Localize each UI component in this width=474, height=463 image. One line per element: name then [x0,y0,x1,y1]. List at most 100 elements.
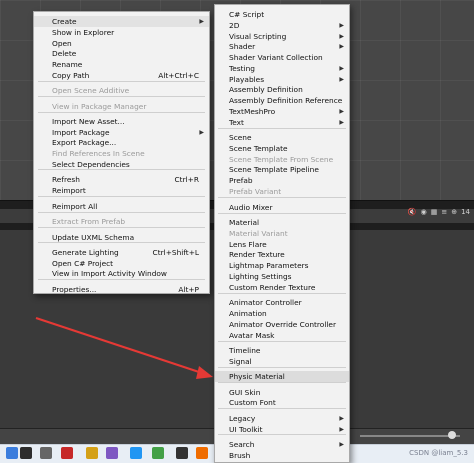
shortcut-label: Ctrl+Shift+L [152,248,199,257]
menu-item-label: Shader [229,42,256,51]
gizmo-count: 14 [461,208,470,216]
menu-item-label: Search [229,440,255,449]
menu-item-label: Assembly Definition Reference [229,96,343,105]
menu-item-scene[interactable]: Scene [215,132,349,143]
menu-item-refresh[interactable]: Refresh Ctrl+R [34,174,209,185]
menu-item-delete[interactable]: Delete [34,48,209,59]
menu-item-custom-font[interactable]: Custom Font [215,397,349,408]
app-icon[interactable] [40,447,52,459]
menu-item-label: Copy Path [52,71,90,80]
menu-separator [218,213,346,214]
menu-item-testing[interactable]: Testing ▶ [215,63,349,74]
app-icon[interactable] [152,447,164,459]
menu-item-shader-variant-collection[interactable]: Shader Variant Collection [215,52,349,63]
assets-context-menu: Create ▶ Show in Explorer Open Delete Rename C… [33,11,210,294]
menu-separator [218,408,346,409]
chevron-right-icon: ▶ [339,22,344,29]
audio-icon[interactable]: 🔇 [408,208,417,216]
chevron-right-icon: ▶ [339,441,344,448]
menu-item-scene-template-pipeline[interactable]: Scene Template Pipeline [215,164,349,175]
menu-item-animation[interactable]: Animation [215,308,349,319]
menu-item-assembly-definition[interactable]: Assembly Definition [215,84,349,95]
app-icon[interactable] [86,447,98,459]
gizmos-icon[interactable]: ⊕ [451,208,457,216]
menu-item-text[interactable]: Text ▶ [215,117,349,128]
menu-item-lightmap-parameters[interactable]: Lightmap Parameters [215,260,349,271]
menu-item-2d[interactable]: 2D ▶ [215,20,349,31]
app-icon[interactable] [106,447,118,459]
menu-item-rename[interactable]: Rename [34,59,209,70]
menu-item-reimport[interactable]: Reimport [34,185,209,196]
menu-item-label: Material [229,218,260,227]
menu-separator [38,212,205,213]
menu-item-label: Extract From Prefab [52,217,126,226]
menu-item-label: Prefab [229,176,253,185]
menu-item-show-in-explorer[interactable]: Show in Explorer [34,27,209,38]
menu-item-label: Animator Controller [229,298,302,307]
menu-item-export-package[interactable]: Export Package... [34,137,209,148]
menu-separator [218,197,346,198]
app-icon[interactable] [196,447,208,459]
menu-item-timeline[interactable]: Timeline [215,345,349,356]
menu-item-reimport-all[interactable]: Reimport All [34,201,209,212]
menu-item-label: Timeline [229,346,261,355]
menu-item-custom-render-texture[interactable]: Custom Render Texture [215,282,349,293]
menu-item-label: Create [52,17,77,26]
app-icon[interactable] [130,447,142,459]
menu-item-search[interactable]: Search ▶ [215,439,349,450]
eye-icon[interactable]: ◉ [421,208,427,216]
layers-icon[interactable]: ≡ [441,208,447,216]
menu-separator [38,81,205,82]
menu-item-import-new-asset[interactable]: Import New Asset... [34,116,209,127]
menu-separator [218,128,346,129]
menu-item-label: Animation [229,309,267,318]
menu-item-textmeshpro[interactable]: TextMeshPro ▶ [215,106,349,117]
app-icon[interactable] [61,447,73,459]
menu-item-label: Material Variant [229,229,288,238]
menu-item-c-script[interactable]: C# Script [215,9,349,20]
menu-item-label: Render Texture [229,250,285,259]
menu-item-avatar-mask[interactable]: Avatar Mask [215,330,349,341]
menu-item-label: Custom Font [229,398,276,407]
menu-item-animator-controller[interactable]: Animator Controller [215,297,349,308]
menu-item-prefab[interactable]: Prefab [215,175,349,186]
menu-item-generate-lighting[interactable]: Generate Lighting Ctrl+Shift+L [34,247,209,258]
menu-item-label: Prefab Variant [229,187,282,196]
menu-item-properties[interactable]: Properties... Alt+P [34,284,209,295]
zoom-slider-thumb[interactable] [448,431,456,439]
unity-icon[interactable] [176,447,188,459]
search-icon[interactable] [20,447,32,459]
windows-icon[interactable] [6,447,18,459]
menu-item-find-references-in-scene: Find References In Scene [34,148,209,159]
menu-item-label: Properties... [52,285,97,294]
menu-item-animator-override-controller[interactable]: Animator Override Controller [215,319,349,330]
shortcut-label: Alt+P [178,285,199,294]
shortcut-label: Alt+Ctrl+C [158,71,199,80]
menu-item-lighting-settings[interactable]: Lighting Settings [215,271,349,282]
menu-item-label: Animator Override Controller [229,320,337,329]
menu-item-legacy[interactable]: Legacy ▶ [215,413,349,424]
menu-separator [218,434,346,435]
zoom-slider-track[interactable] [360,435,460,437]
menu-item-label: Audio Mixer [229,203,273,212]
menu-item-view-in-import-activity-window[interactable]: View in Import Activity Window [34,268,209,279]
menu-item-physic-material[interactable]: Physic Material [215,371,349,382]
menu-separator [218,367,346,368]
menu-item-prefab-variant: Prefab Variant [215,186,349,197]
menu-item-copy-path[interactable]: Copy Path Alt+Ctrl+C [34,70,209,81]
chevron-right-icon: ▶ [339,415,344,422]
menu-item-material[interactable]: Material [215,217,349,228]
menu-item-assembly-definition-reference[interactable]: Assembly Definition Reference [215,95,349,106]
menu-item-render-texture[interactable]: Render Texture [215,249,349,260]
menu-item-shader[interactable]: Shader ▶ [215,41,349,52]
grid-icon[interactable]: ▦ [431,208,438,216]
menu-item-signal[interactable]: Signal [215,356,349,367]
menu-item-brush[interactable]: Brush [215,450,349,461]
menu-item-scene-template[interactable]: Scene Template [215,143,349,154]
menu-item-create[interactable]: Create ▶ [34,16,209,27]
create-submenu: C# Script 2D ▶ Visual Scripting ▶ Shader ▶ Shad… [214,4,350,463]
menu-item-label: Assembly Definition [229,85,303,94]
scene-gizmo-tools: 🔇 ◉ ▦ ≡ ⊕ 14 [408,208,470,216]
watermark: CSDN @liam_5.3 [409,449,468,457]
menu-item-audio-mixer[interactable]: Audio Mixer [215,202,349,213]
